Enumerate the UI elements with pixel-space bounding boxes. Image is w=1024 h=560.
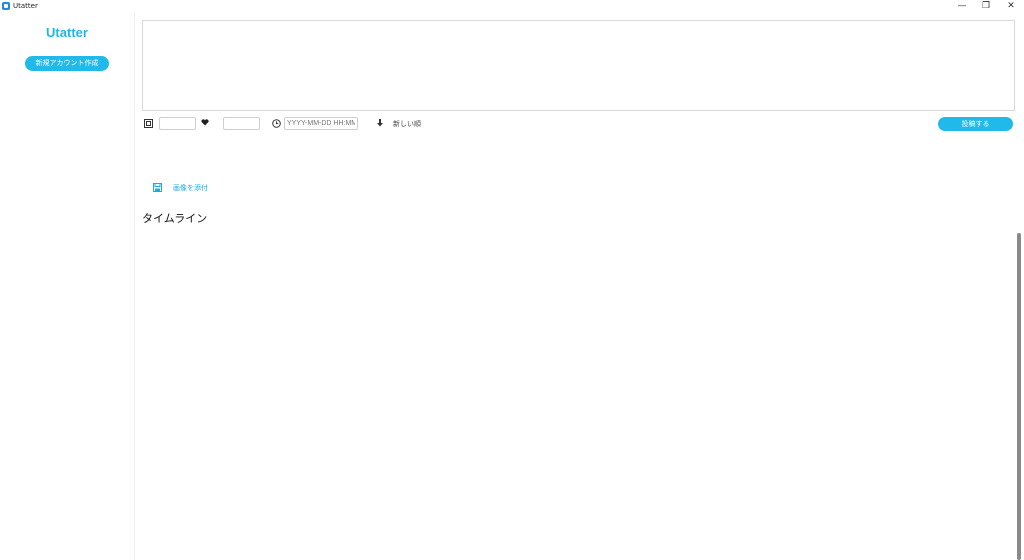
minimize-button[interactable]: —: [949, 0, 975, 12]
title-bar: Utatter — ❐ ✕: [0, 0, 1024, 12]
window-title: Utatter: [13, 2, 38, 10]
timeline-heading: タイムライン: [142, 212, 208, 225]
maximize-button[interactable]: ❐: [973, 0, 999, 12]
sidebar: Utatter 新規アカウント作成: [0, 12, 135, 560]
close-button[interactable]: ✕: [998, 0, 1024, 12]
like-count-field[interactable]: [223, 117, 260, 130]
attach-image-link[interactable]: 画像を添付: [173, 183, 208, 193]
image-count-field[interactable]: [159, 117, 196, 130]
post-button[interactable]: 投稿する: [938, 117, 1013, 131]
app-icon: [2, 2, 10, 10]
post-textarea[interactable]: [142, 20, 1015, 111]
image-icon[interactable]: [144, 119, 153, 131]
brand-logo[interactable]: Utatter: [0, 25, 134, 40]
save-image-icon[interactable]: [153, 183, 162, 194]
scrollbar-thumb[interactable]: [1017, 233, 1021, 560]
clock-icon: [272, 119, 281, 131]
heart-icon: [201, 119, 209, 129]
datetime-input[interactable]: [284, 117, 358, 130]
arrow-down-icon[interactable]: [377, 119, 383, 130]
create-account-button[interactable]: 新規アカウント作成: [25, 56, 109, 71]
sort-order-label[interactable]: 新しい順: [393, 119, 421, 129]
